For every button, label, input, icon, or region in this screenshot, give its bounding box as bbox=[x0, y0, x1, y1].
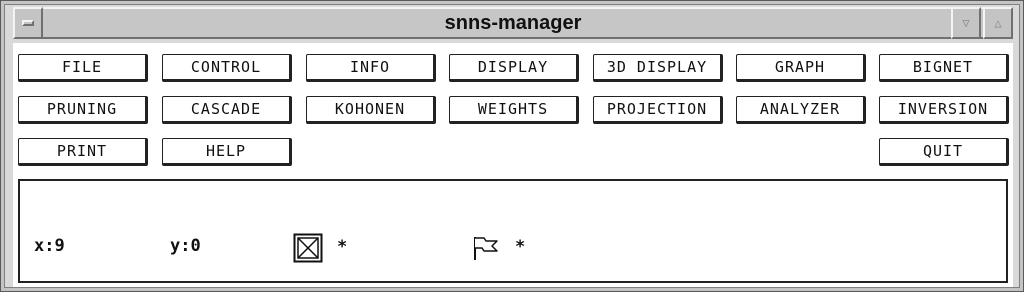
title-bar[interactable]: snns-manager bbox=[13, 7, 1013, 39]
unit-marker: * bbox=[337, 237, 348, 257]
minimize-button[interactable]: ▽ bbox=[951, 7, 981, 39]
inversion-button[interactable]: INVERSION bbox=[879, 96, 1009, 124]
help-button[interactable]: HELP bbox=[162, 138, 292, 166]
graph-button[interactable]: GRAPH bbox=[736, 54, 866, 82]
window-title: snns-manager bbox=[444, 11, 582, 34]
snns-manager-window: snns-manager ▽ △ FILE CONTROL INFO DISPL… bbox=[0, 0, 1024, 292]
window-menu-button[interactable] bbox=[13, 7, 43, 39]
kohonen-button[interactable]: KOHONEN bbox=[306, 96, 436, 124]
bignet-button[interactable]: BIGNET bbox=[879, 54, 1009, 82]
display-button[interactable]: DISPLAY bbox=[449, 54, 579, 82]
maximize-button[interactable]: △ bbox=[983, 7, 1013, 39]
cascade-button[interactable]: CASCADE bbox=[162, 96, 292, 124]
print-button[interactable]: PRINT bbox=[18, 138, 148, 166]
window-menu-icon bbox=[22, 20, 34, 26]
maximize-icon: △ bbox=[994, 16, 1002, 30]
quit-button[interactable]: QUIT bbox=[879, 138, 1009, 166]
x-coordinate: x:9 bbox=[34, 236, 65, 256]
unit-box-icon bbox=[293, 233, 323, 263]
control-button[interactable]: CONTROL bbox=[162, 54, 292, 82]
projection-button[interactable]: PROJECTION bbox=[593, 96, 723, 124]
pruning-button[interactable]: PRUNING bbox=[18, 96, 148, 124]
3d-display-button[interactable]: 3D DISPLAY bbox=[593, 54, 723, 82]
manager-panel: FILE CONTROL INFO DISPLAY 3D DISPLAY GRA… bbox=[13, 43, 1013, 287]
analyzer-button[interactable]: ANALYZER bbox=[736, 96, 866, 124]
minimize-icon: ▽ bbox=[962, 16, 970, 30]
flag-marker: * bbox=[515, 237, 526, 257]
flag-icon bbox=[474, 237, 498, 260]
weights-button[interactable]: WEIGHTS bbox=[449, 96, 579, 124]
file-button[interactable]: FILE bbox=[18, 54, 148, 82]
status-panel: x:9 y:0 * * bbox=[18, 179, 1008, 283]
info-button[interactable]: INFO bbox=[306, 54, 436, 82]
y-coordinate: y:0 bbox=[170, 236, 201, 256]
